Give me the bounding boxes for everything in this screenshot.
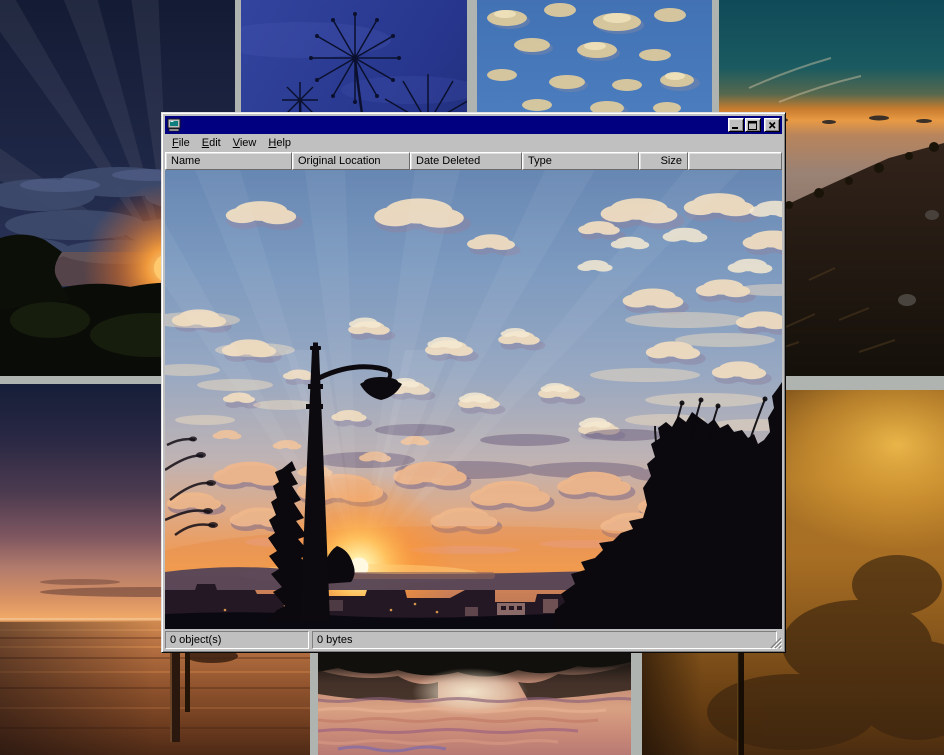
- column-header-type[interactable]: Type: [522, 152, 639, 170]
- titlebar[interactable]: [165, 116, 782, 134]
- menu-help[interactable]: Help: [262, 135, 297, 151]
- maximize-button[interactable]: [745, 118, 761, 132]
- computer-icon[interactable]: [167, 118, 181, 132]
- statusbar: 0 object(s) 0 bytes: [165, 631, 782, 649]
- wallpaper-tile-water-reflection: [318, 648, 631, 755]
- menu-file[interactable]: File: [166, 135, 196, 151]
- resize-grip[interactable]: [769, 636, 782, 649]
- status-size: 0 bytes: [312, 631, 777, 649]
- recycle-window: File Edit View Help Name Original Locati…: [161, 112, 786, 653]
- column-header-name[interactable]: Name: [165, 152, 292, 170]
- column-header-size[interactable]: Size: [639, 152, 688, 170]
- list-view-area[interactable]: [165, 170, 782, 629]
- maximize-icon: [748, 121, 758, 130]
- menu-edit[interactable]: Edit: [196, 135, 227, 151]
- menu-view[interactable]: View: [227, 135, 263, 151]
- status-object-count: 0 object(s): [165, 631, 309, 649]
- minimize-icon: [731, 121, 741, 130]
- column-header-original-location[interactable]: Original Location: [292, 152, 410, 170]
- menubar: File Edit View Help: [165, 134, 782, 152]
- column-header-date-deleted[interactable]: Date Deleted: [410, 152, 522, 170]
- sunset-streetlamp-photo: [165, 170, 782, 629]
- minimize-button[interactable]: [728, 118, 744, 132]
- close-button[interactable]: [764, 118, 780, 132]
- close-icon: [768, 121, 777, 130]
- desktop: { "desktop": { "wallpaper": "sunset-phot…: [0, 0, 944, 755]
- column-headers: Name Original Location Date Deleted Type…: [165, 152, 782, 170]
- column-header-blank[interactable]: [688, 152, 782, 170]
